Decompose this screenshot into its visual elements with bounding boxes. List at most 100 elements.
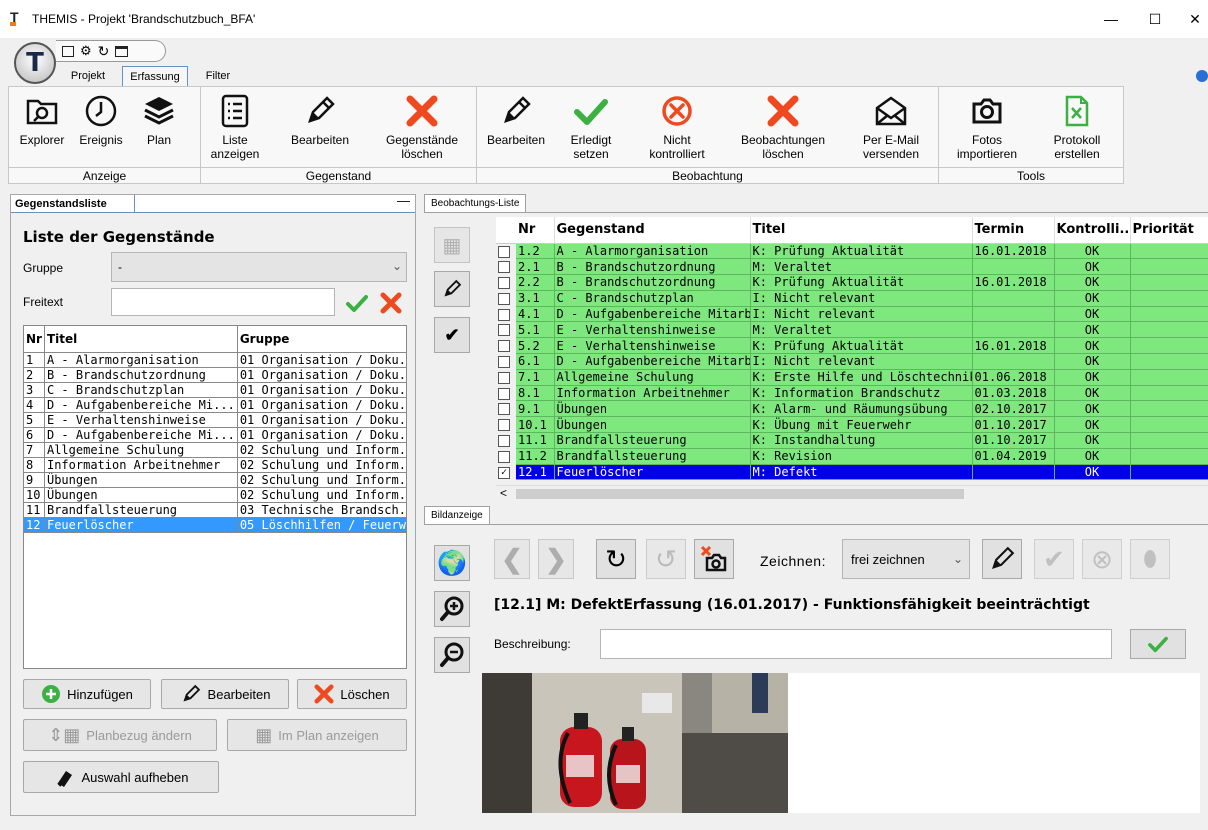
draw-eraser-button[interactable]: ⬮ — [1130, 539, 1170, 579]
row-checkbox[interactable] — [498, 261, 510, 274]
row-checkbox[interactable] — [498, 450, 510, 463]
row-checkbox[interactable] — [498, 308, 510, 321]
table-row[interactable]: 1.2 A - Alarmorganisation K: Prüfung Aktua… — [496, 243, 1208, 260]
table-row[interactable]: 8.1 Information Arbeitnehmer K: Informatio… — [496, 385, 1208, 402]
beschreibung-save-button[interactable] — [1130, 629, 1186, 659]
bildanzeige-tab[interactable]: Bildanzeige — [424, 506, 490, 524]
table-row[interactable]: 10.1 Übungen K: Übung mit Feuerwehr 01.10.2… — [496, 416, 1208, 434]
auswahl-aufheben-button[interactable]: Auswahl aufheben — [23, 761, 219, 793]
row-checkbox[interactable] — [498, 387, 510, 400]
row-checkbox[interactable] — [498, 245, 510, 258]
plan-button[interactable]: Plan — [131, 89, 187, 165]
close-window-button[interactable]: ✕ — [1180, 8, 1208, 30]
table-row[interactable]: 11.2 Brandfallsteuerung K: Revision 01.04.2… — [496, 448, 1208, 465]
row-checkbox[interactable] — [498, 403, 510, 416]
tab-projekt[interactable]: Projekt — [60, 66, 116, 86]
table-row[interactable]: 6D - Aufgabenbereiche Mi... 01 Organisati… — [24, 426, 406, 443]
row-checkbox[interactable] — [498, 419, 510, 432]
hinzufuegen-button[interactable]: Hinzufügen — [23, 679, 151, 709]
row-checkbox[interactable]: ✓ — [498, 466, 510, 479]
table-row[interactable]: 10 Übungen 02 Schulung und Inform... — [24, 486, 406, 503]
col-termin[interactable]: Termin — [972, 217, 1055, 244]
planbezug-aendern-button[interactable]: ⇕▦ Planbezug ändern — [23, 719, 217, 751]
table-row[interactable]: ✓ 12.1 Feuerlöscher M: Defekt OK — [496, 464, 1208, 481]
maximize-button[interactable]: ☐ — [1140, 8, 1170, 30]
email-versenden-button[interactable]: Per E-Mail versenden — [851, 89, 931, 165]
plan-view-button[interactable]: ▦ — [434, 227, 470, 263]
row-checkbox[interactable] — [498, 355, 510, 368]
table-row[interactable]: 4.1D - Aufgabenbereiche Mitarb...I: Nich… — [496, 306, 1208, 323]
explorer-button[interactable]: Explorer — [13, 89, 71, 165]
gegenstaende-loeschen-button[interactable]: Gegenstände löschen — [379, 89, 465, 165]
table-row[interactable]: 11 Brandfallsteuerung 03 Technische Brands… — [24, 501, 406, 518]
globe-button[interactable]: 🌍 — [434, 545, 470, 581]
row-checkbox[interactable] — [498, 340, 510, 353]
gegenstand-bearbeiten-button[interactable]: Bearbeiten — [285, 89, 355, 165]
table-row[interactable]: 7.1 Allgemeine Schulung K: Erste Hilfe und… — [496, 369, 1208, 386]
previous-image-button[interactable]: ❮ — [494, 539, 530, 579]
row-checkbox[interactable] — [498, 292, 510, 305]
row-checkbox[interactable] — [498, 276, 510, 289]
table-row[interactable]: 7 Allgemeine Schulung 02 Schulung und Info… — [24, 441, 406, 458]
ereignis-button[interactable]: Ereignis — [73, 89, 129, 165]
table-row[interactable]: 12Feuerlöscher05 Löschhilfen / Feuerw... — [24, 516, 406, 533]
table-row[interactable]: 3.1 C - Brandschutzplan I: Nicht relevant O… — [496, 290, 1208, 307]
loeschen-button[interactable]: Löschen — [297, 679, 407, 709]
scrollbar-thumb[interactable] — [516, 489, 964, 499]
draw-cancel-button[interactable]: ⊗ — [1082, 539, 1122, 579]
col-titel[interactable]: Titel — [43, 326, 238, 353]
table-row[interactable]: 2.1 B - Brandschutzordnung M: Veraltet OK — [496, 258, 1208, 276]
beschreibung-input[interactable] — [600, 629, 1112, 659]
draw-pencil-button[interactable] — [982, 539, 1022, 579]
table-row[interactable]: 2.2 B - Brandschutzordnung K: Prüfung Aktu… — [496, 274, 1208, 291]
liste-anzeigen-button[interactable]: Liste anzeigen — [203, 89, 267, 165]
table-row[interactable]: 2B - Brandschutzordnung 01 Organisation /… — [24, 366, 406, 383]
nicht-kontrolliert-button[interactable]: Nicht kontrolliert — [639, 89, 715, 165]
gegenstandsliste-tab[interactable]: Gegenstandsliste — [11, 195, 135, 213]
check-observation-button[interactable]: ✔ — [434, 317, 470, 353]
table-row[interactable]: 4D - Aufgabenbereiche Mi... 01 Organisati… — [24, 396, 406, 413]
horizontal-scrollbar[interactable]: < — [496, 485, 1208, 501]
im-plan-anzeigen-button[interactable]: ▦ Im Plan anzeigen — [227, 719, 407, 751]
help-globe-icon[interactable] — [1196, 70, 1208, 82]
table-row[interactable]: 11.1 Brandfallsteuerung K: Instandhaltung 0… — [496, 432, 1208, 449]
erledigt-setzen-button[interactable]: Erledigt setzen — [559, 89, 623, 165]
beobachtungen-loeschen-button[interactable]: Beobachtungen löschen — [731, 89, 835, 165]
bearbeiten-button[interactable]: Bearbeiten — [161, 679, 289, 709]
table-row[interactable]: 5.1 E - Verhaltenshinweise M: Veraltet OK — [496, 321, 1208, 339]
settings-gear-icon[interactable]: ⚙ — [80, 43, 92, 59]
collapse-button[interactable]: — — [397, 193, 410, 208]
window-icon[interactable] — [115, 45, 129, 57]
freitext-input[interactable] — [111, 288, 335, 316]
gruppe-select[interactable]: - ⌄ — [111, 252, 407, 282]
beobachtungs-liste-tab[interactable]: Beobachtungs-Liste — [424, 194, 527, 212]
next-image-button[interactable]: ❯ — [538, 539, 574, 579]
table-row[interactable]: 3C - Brandschutzplan 01 Organisation / Do… — [24, 381, 406, 398]
col-gruppe[interactable]: Gruppe — [236, 326, 406, 353]
col-gegenstand[interactable]: Gegenstand — [554, 217, 751, 244]
beobachtung-bearbeiten-button[interactable]: Bearbeiten — [481, 89, 551, 165]
table-row[interactable]: 5.2 E - Verhaltenshinweise K: Prüfung Aktu… — [496, 337, 1208, 355]
table-row[interactable]: 9.1 Übungen K: Alarm- und Räumungsübung 02.… — [496, 400, 1208, 418]
app-menu-button[interactable]: T — [14, 42, 56, 84]
rotate-left-button[interactable]: ↺ — [646, 539, 686, 579]
minimize-button[interactable]: — — [1096, 8, 1126, 30]
filter-clear-button[interactable] — [377, 289, 405, 317]
row-checkbox[interactable] — [498, 434, 510, 447]
row-checkbox[interactable] — [498, 324, 510, 337]
filter-apply-button[interactable] — [343, 289, 371, 317]
col-prioritaet[interactable]: Priorität — [1130, 217, 1208, 244]
table-row[interactable]: 1A - Alarmorganisation 01 Organisation / … — [24, 351, 406, 368]
scroll-left-button[interactable]: < — [500, 486, 507, 500]
edit-observation-button[interactable] — [434, 271, 470, 307]
tab-filter[interactable]: Filter — [196, 66, 240, 86]
draw-confirm-button[interactable]: ✔ — [1034, 539, 1074, 579]
new-file-icon[interactable] — [62, 45, 74, 57]
table-row[interactable]: 8 Information Arbeitnehmer 02 Schulung und… — [24, 456, 406, 473]
tab-erfassung[interactable]: Erfassung — [122, 66, 188, 86]
image-viewer[interactable] — [482, 673, 1200, 813]
col-nr[interactable]: Nr — [24, 326, 45, 353]
row-checkbox[interactable] — [498, 371, 510, 384]
protokoll-erstellen-button[interactable]: Protokoll erstellen — [1039, 89, 1115, 165]
refresh-icon[interactable]: ↻ — [98, 43, 110, 60]
